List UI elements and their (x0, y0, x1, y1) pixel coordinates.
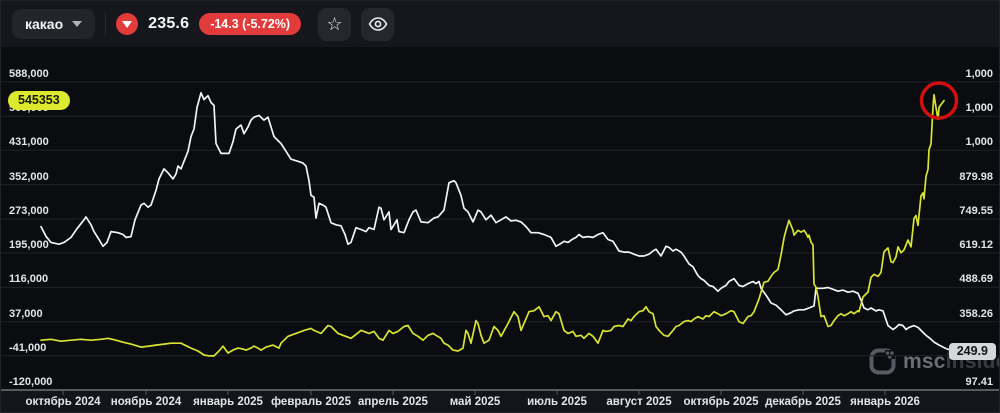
right-axis-current-value-badge: 249.9 (948, 343, 996, 360)
price-chart[interactable] (1, 1, 1000, 413)
chart-widget: какао 235.6 -14.3 (-5.72%) ☆ mscinsider (0, 0, 1000, 413)
left-axis-current-value-badge: 545353 (8, 91, 70, 110)
series-price-white (40, 91, 964, 351)
series-position-yellow (40, 93, 945, 357)
